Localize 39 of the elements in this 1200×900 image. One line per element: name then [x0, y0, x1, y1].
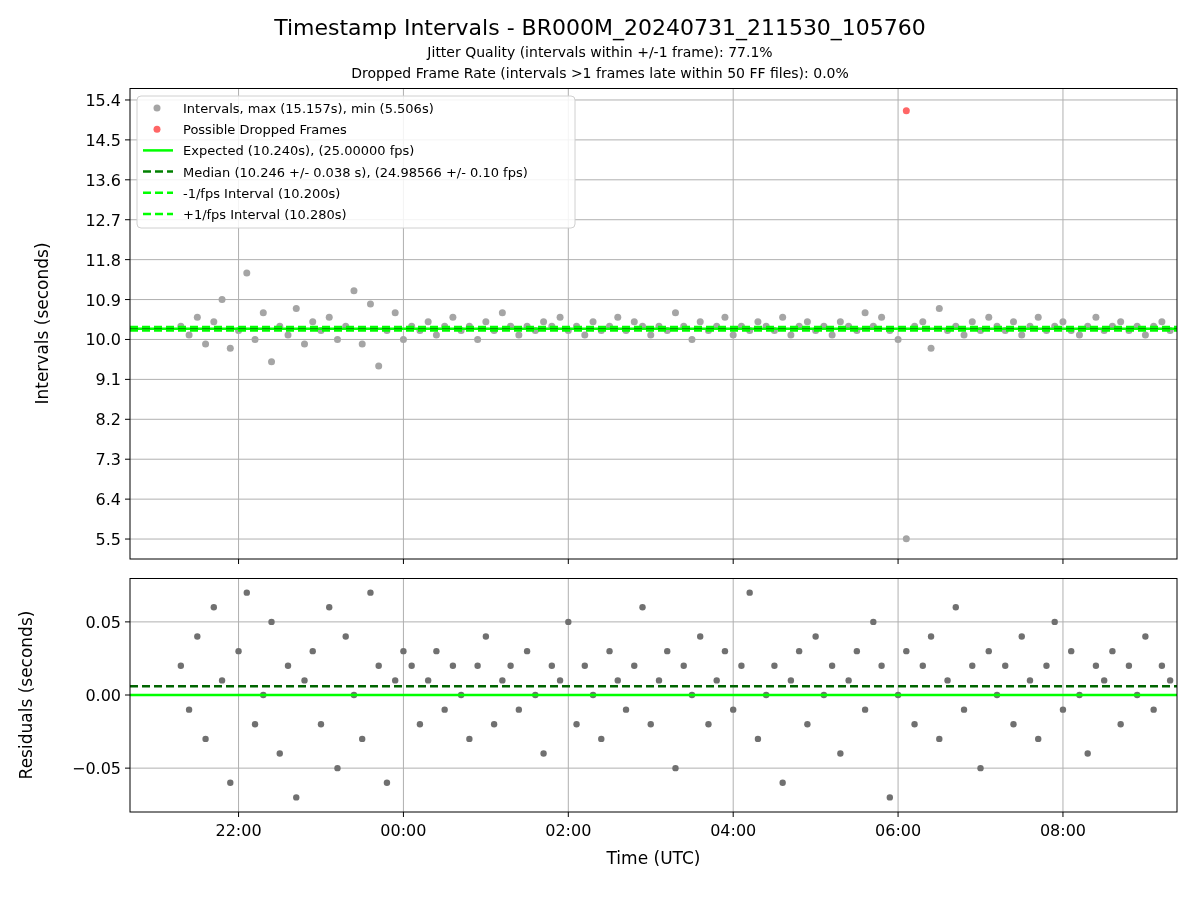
chart-subtitle: Dropped Frame Rate (intervals >1 frames late within 50 FF files): 0.0% — [351, 64, 849, 83]
axis-label: Time (UTC) — [606, 848, 701, 868]
axis-label: Residuals (seconds) — [16, 610, 36, 780]
chart-title: Timestamp Intervals - BR000M_20240731_211530_105760 — [274, 14, 926, 42]
legend-marker-icon — [153, 125, 161, 133]
tick-label: 02:00 — [545, 821, 592, 840]
chart-subtitle: Jitter Quality (intervals within +/-1 frame): 77.1% — [427, 43, 773, 62]
legend-label: Intervals, max (15.157s), min (5.506s) — [183, 101, 434, 116]
tick-label: 14.5 — [85, 130, 121, 150]
legend-line-icon — [143, 149, 173, 152]
tick-label: 13.6 — [85, 170, 121, 190]
tick-label: 06:00 — [875, 821, 922, 840]
legend-line-icon — [143, 212, 173, 216]
tick-label: 11.8 — [85, 250, 121, 270]
tick-label: 12.7 — [85, 210, 121, 230]
tick-label: 6.4 — [95, 490, 121, 510]
legend-label: -1/fps Interval (10.200s) — [183, 185, 341, 201]
tick-label: 15.4 — [85, 90, 121, 110]
tick-label: 0.05 — [85, 612, 121, 632]
tick-label: 8.2 — [95, 410, 121, 430]
legend-label: Possible Dropped Frames — [183, 122, 347, 138]
tick-label: −0.05 — [71, 759, 121, 779]
tick-label: 10.9 — [85, 290, 121, 310]
tick-label: 08:00 — [1039, 821, 1086, 840]
legend-line-icon — [143, 191, 173, 195]
legend-label: +1/fps Interval (10.280s) — [183, 207, 347, 222]
tick-label: 04:00 — [710, 821, 757, 840]
tick-label: 00:00 — [380, 821, 427, 840]
tick-label: 5.5 — [95, 530, 121, 550]
legend-label: Median (10.246 +/- 0.038 s), (24.98566 +/- 0.10 fps) — [183, 164, 528, 180]
legend-marker-icon — [153, 104, 161, 112]
tick-label: 9.1 — [95, 370, 121, 390]
axis-label: Intervals (seconds) — [32, 242, 52, 405]
tick-label: 7.3 — [95, 450, 121, 470]
legend-line-icon — [143, 170, 173, 173]
tick-label: 10.0 — [85, 330, 121, 350]
legend-label: Expected (10.240s), (25.00000 fps) — [183, 143, 415, 159]
tick-label: 22:00 — [215, 821, 262, 840]
tick-label: 0.00 — [85, 686, 121, 705]
